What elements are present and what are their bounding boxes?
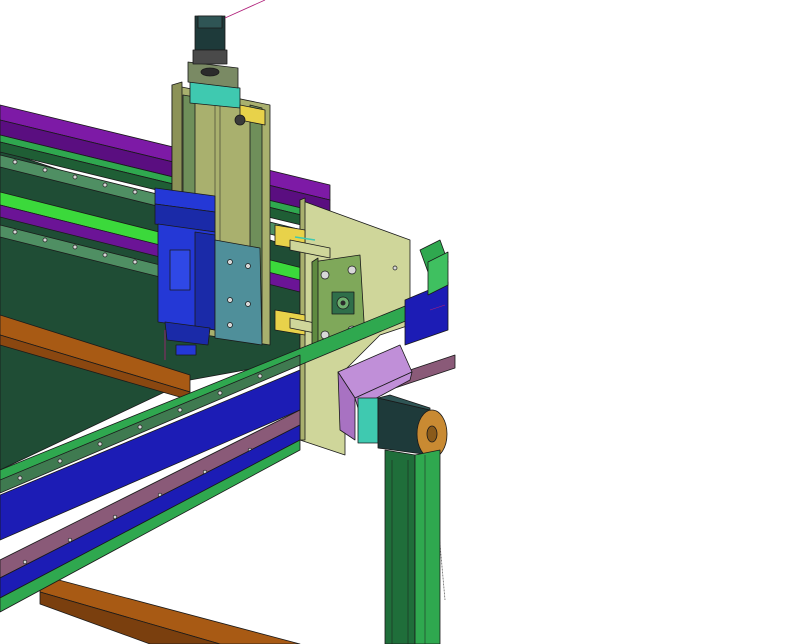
z-bolt-knob: [234, 114, 246, 126]
spindle-clamp-plate: [214, 239, 263, 346]
front-beam-blue-upper-right: [404, 281, 449, 346]
gantry-leg-front: [384, 449, 416, 644]
cnc-assembly-drawing: [0, 0, 456, 644]
z-cable: [224, 0, 266, 19]
gantry-leg-side: [414, 449, 441, 644]
cad-viewport[interactable]: [0, 0, 790, 644]
